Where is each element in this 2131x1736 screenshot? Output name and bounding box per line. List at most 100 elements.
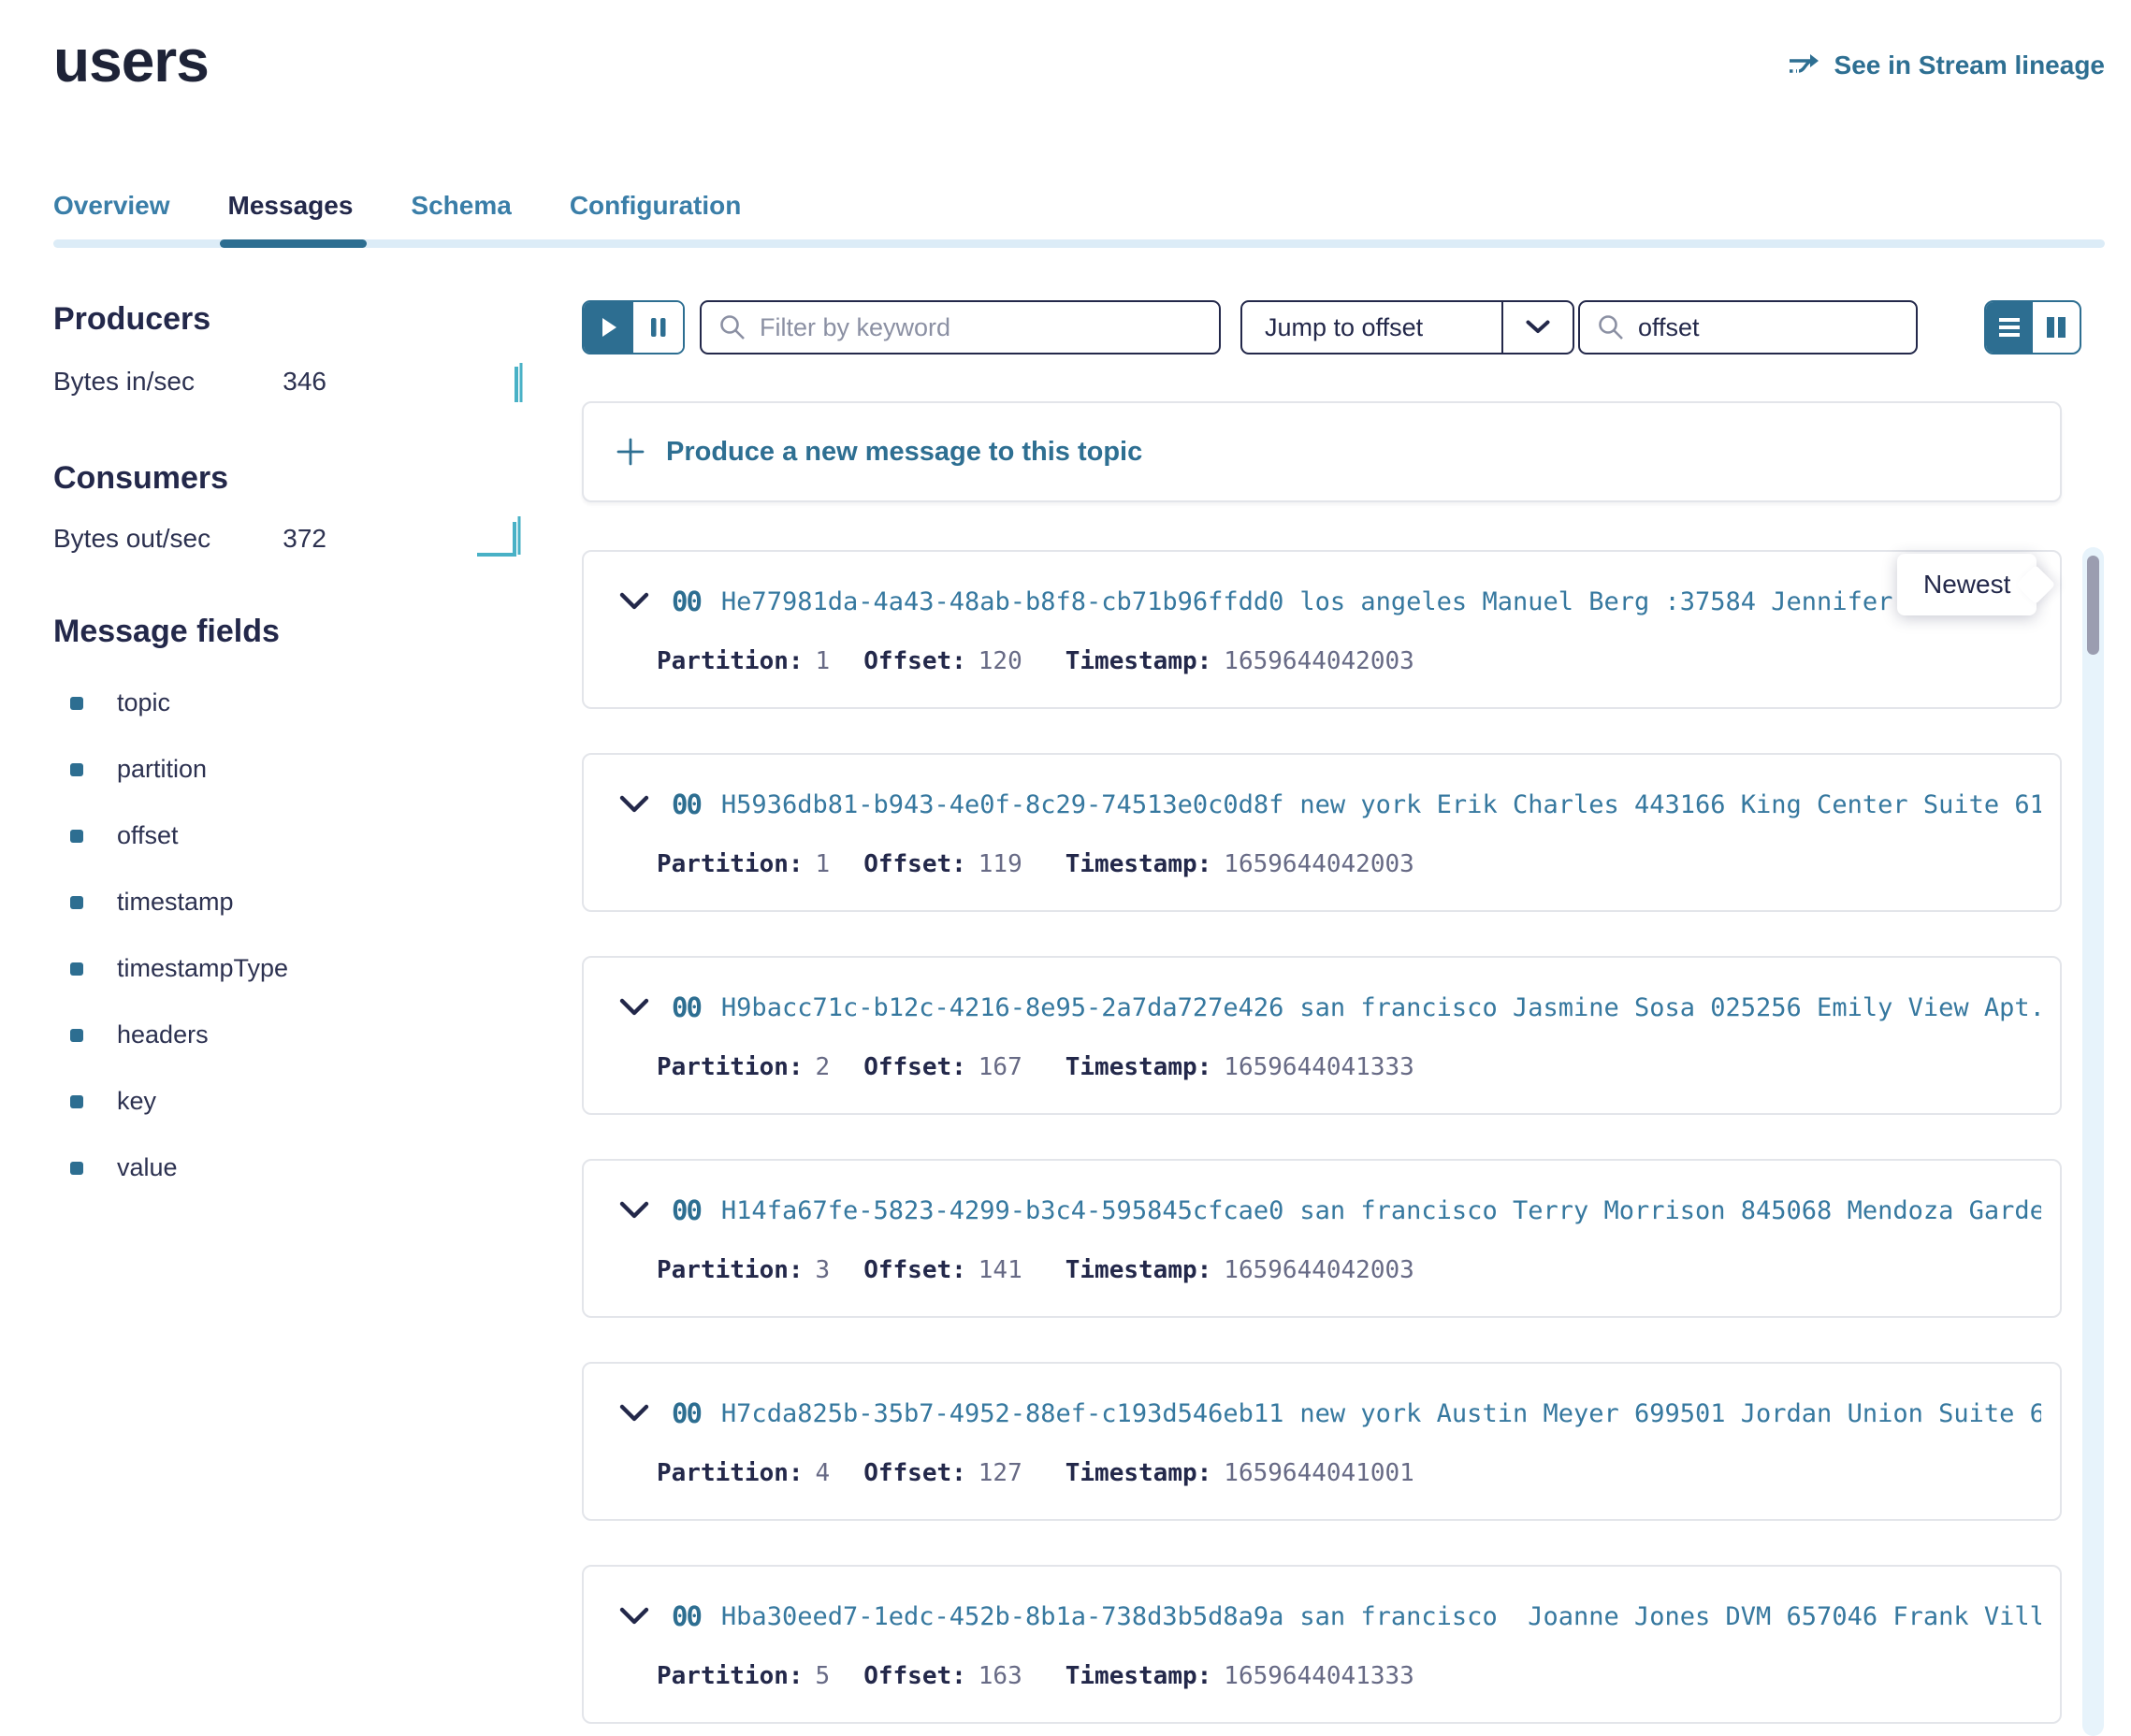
consumers-sparkline bbox=[475, 511, 541, 559]
offset-value: 167 bbox=[979, 1053, 1022, 1081]
field-bullet-icon bbox=[70, 1162, 83, 1175]
search-icon bbox=[1597, 313, 1625, 341]
partition-value: 2 bbox=[816, 1053, 831, 1081]
stream-lineage-link[interactable]: See in Stream lineage bbox=[1788, 51, 2105, 80]
partition-value: 1 bbox=[816, 850, 831, 878]
message-meta-line: Partition:3 Offset:141 Timestamp:1659644… bbox=[657, 1256, 1414, 1284]
message-row[interactable]: 00 H9bacc71c-b12c-4216-8e95-2a7da727e426… bbox=[582, 956, 2062, 1115]
bytes-out-label: Bytes out/sec bbox=[53, 524, 210, 554]
partition-value: 3 bbox=[816, 1256, 831, 1284]
filter-keyword-box bbox=[700, 300, 1221, 354]
key-icon: 00 bbox=[672, 586, 701, 617]
message-meta-line: Partition:2 Offset:167 Timestamp:1659644… bbox=[657, 1053, 1414, 1081]
partition-value: 1 bbox=[816, 647, 831, 675]
message-row[interactable]: 00 H7cda825b-35b7-4952-88ef-c193d546eb11… bbox=[582, 1362, 2062, 1521]
play-button[interactable] bbox=[584, 302, 633, 353]
list-view-button[interactable] bbox=[1986, 302, 2033, 353]
tab-overview[interactable]: Overview bbox=[53, 191, 170, 221]
message-fields-heading: Message fields bbox=[53, 614, 280, 650]
filter-keyword-input[interactable] bbox=[760, 313, 1202, 342]
field-bullet-icon bbox=[70, 962, 83, 976]
message-meta-line: Partition:5 Offset:163 Timestamp:1659644… bbox=[657, 1662, 1414, 1690]
tab-configuration[interactable]: Configuration bbox=[570, 191, 742, 221]
message-row[interactable]: 00 Hba30eed7-1edc-452b-8b1a-738d3b5d8a9a… bbox=[582, 1565, 2062, 1724]
field-item-partition: partition bbox=[53, 736, 288, 803]
message-key-line: 00 Hba30eed7-1edc-452b-8b1a-738d3b5d8a9a… bbox=[619, 1600, 2041, 1632]
field-item-topic: topic bbox=[53, 670, 288, 736]
page-title: users bbox=[53, 26, 209, 95]
field-item-value: value bbox=[53, 1135, 288, 1201]
field-item-timestamp: timestamp bbox=[53, 869, 288, 935]
jump-to-offset-select[interactable]: Jump to offset bbox=[1240, 300, 1574, 354]
message-row[interactable]: 00 He77981da-4a43-48ab-b8f8-cb71b96ffdd0… bbox=[582, 550, 2062, 709]
bytes-out-value: 372 bbox=[283, 524, 326, 554]
bytes-in-value: 346 bbox=[283, 367, 326, 397]
field-bullet-icon bbox=[70, 830, 83, 843]
message-value-preview: new york Erik Charles 443166 King Center… bbox=[1299, 790, 2041, 819]
offset-value: 141 bbox=[979, 1256, 1022, 1284]
expand-chevron-icon[interactable] bbox=[619, 1404, 649, 1423]
message-key: He77981da-4a43-48ab-b8f8-cb71b96ffdd0 bbox=[721, 587, 1283, 616]
offset-search-input[interactable] bbox=[1638, 313, 1899, 342]
messages-scrollbar-thumb[interactable] bbox=[2087, 556, 2099, 655]
list-view-icon bbox=[1997, 315, 2022, 340]
message-value-preview: new york Austin Meyer 699501 Jordan Unio… bbox=[1299, 1399, 2041, 1428]
plus-icon bbox=[616, 437, 645, 467]
message-row[interactable]: 00 H14fa67fe-5823-4299-b3c4-595845cfcae0… bbox=[582, 1159, 2062, 1318]
field-bullet-icon bbox=[70, 1095, 83, 1108]
tab-messages[interactable]: Messages bbox=[228, 191, 354, 221]
bytes-in-label: Bytes in/sec bbox=[53, 367, 195, 397]
partition-value: 4 bbox=[816, 1459, 831, 1487]
bytes-out-metric: Bytes out/sec 372 bbox=[53, 524, 326, 554]
timestamp-value: 1659644042003 bbox=[1224, 1256, 1414, 1284]
timestamp-value: 1659644041001 bbox=[1224, 1459, 1414, 1487]
timestamp-value: 1659644041333 bbox=[1224, 1662, 1414, 1690]
expand-chevron-icon[interactable] bbox=[619, 1607, 649, 1626]
column-view-icon bbox=[2045, 315, 2067, 340]
offset-value: 163 bbox=[979, 1662, 1022, 1690]
jump-select-value: Jump to offset bbox=[1242, 313, 1501, 342]
expand-chevron-icon[interactable] bbox=[619, 1201, 649, 1220]
partition-value: 5 bbox=[816, 1662, 831, 1690]
tab-underline-active bbox=[220, 239, 367, 248]
message-meta-line: Partition:1 Offset:119 Timestamp:1659644… bbox=[657, 850, 1414, 878]
expand-chevron-icon[interactable] bbox=[619, 592, 649, 611]
key-icon: 00 bbox=[672, 1600, 701, 1632]
field-item-key: key bbox=[53, 1068, 288, 1135]
column-view-button[interactable] bbox=[2033, 302, 2080, 353]
expand-chevron-icon[interactable] bbox=[619, 795, 649, 814]
producers-heading: Producers bbox=[53, 301, 210, 338]
message-key-line: 00 He77981da-4a43-48ab-b8f8-cb71b96ffdd0… bbox=[619, 586, 2041, 617]
message-meta-line: Partition:4 Offset:127 Timestamp:1659644… bbox=[657, 1459, 1414, 1487]
offset-search-box bbox=[1578, 300, 1918, 354]
tab-schema[interactable]: Schema bbox=[411, 191, 511, 221]
message-key: H9bacc71c-b12c-4216-8e95-2a7da727e426 bbox=[721, 993, 1283, 1022]
expand-chevron-icon[interactable] bbox=[619, 998, 649, 1017]
timestamp-value: 1659644042003 bbox=[1224, 647, 1414, 675]
message-key: H5936db81-b943-4e0f-8c29-74513e0c0d8f bbox=[721, 790, 1283, 819]
message-key: H14fa67fe-5823-4299-b3c4-595845cfcae0 bbox=[721, 1196, 1283, 1225]
key-icon: 00 bbox=[672, 788, 701, 820]
pause-button[interactable] bbox=[633, 302, 683, 353]
produce-message-button[interactable]: Produce a new message to this topic bbox=[582, 401, 2062, 502]
message-value-preview: san francisco Joanne Jones DVM 657046 Fr… bbox=[1299, 1602, 2041, 1631]
field-bullet-icon bbox=[70, 896, 83, 909]
chevron-down-icon bbox=[1503, 320, 1573, 335]
pause-icon bbox=[650, 316, 667, 339]
play-icon bbox=[600, 316, 618, 339]
message-key-line: 00 H9bacc71c-b12c-4216-8e95-2a7da727e426… bbox=[619, 991, 2041, 1023]
topic-messages-page: users See in Stream lineage Overview Mes… bbox=[0, 0, 2131, 1736]
key-icon: 00 bbox=[672, 1194, 701, 1226]
message-value-preview: san francisco Terry Morrison 845068 Mend… bbox=[1299, 1196, 2041, 1225]
timestamp-value: 1659644041333 bbox=[1224, 1053, 1414, 1081]
messages-scrollbar-track[interactable] bbox=[2082, 547, 2104, 1736]
offset-value: 127 bbox=[979, 1459, 1022, 1487]
message-row[interactable]: 00 H5936db81-b943-4e0f-8c29-74513e0c0d8f… bbox=[582, 753, 2062, 912]
newest-tooltip: Newest bbox=[1897, 554, 2037, 615]
field-bullet-icon bbox=[70, 1029, 83, 1042]
lineage-merge-icon bbox=[1788, 52, 1821, 79]
offset-value: 120 bbox=[979, 647, 1022, 675]
key-icon: 00 bbox=[672, 1397, 701, 1429]
tab-bar: Overview Messages Schema Configuration bbox=[53, 191, 741, 221]
field-bullet-icon bbox=[70, 697, 83, 710]
